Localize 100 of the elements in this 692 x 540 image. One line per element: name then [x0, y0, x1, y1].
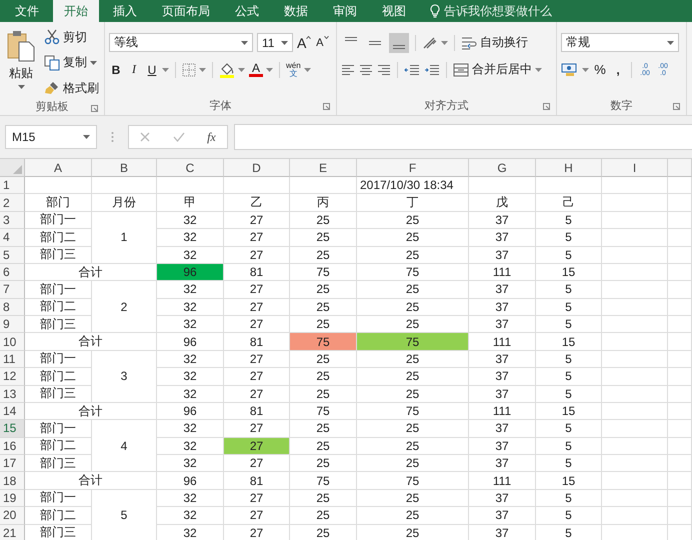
caret-icon[interactable] — [304, 68, 311, 72]
caret-icon[interactable] — [582, 68, 589, 72]
comma-button[interactable]: , — [611, 60, 625, 78]
row-header[interactable]: 13 — [0, 386, 25, 403]
decrease-indent-icon[interactable] — [404, 64, 420, 76]
row-header[interactable]: 2 — [0, 194, 25, 212]
row-header[interactable]: 6 — [0, 264, 25, 282]
column-header[interactable] — [668, 159, 692, 177]
wrap-text-button[interactable]: 自动换行 — [461, 34, 528, 52]
row-header[interactable]: 14 — [0, 402, 25, 420]
dialog-launcher-icon[interactable] — [323, 103, 330, 110]
row-header[interactable]: 15 — [0, 420, 25, 438]
tell-me-search[interactable]: 告诉我你想要做什么 — [444, 2, 552, 20]
row-header[interactable]: 8 — [0, 298, 25, 316]
row-header[interactable]: 5 — [0, 246, 25, 264]
row-header[interactable]: 17 — [0, 455, 25, 472]
formula-input[interactable] — [234, 124, 692, 150]
table-cell: 25 — [290, 507, 357, 524]
row-header[interactable]: 21 — [0, 524, 25, 540]
insert-function-button[interactable]: fx — [207, 130, 216, 144]
column-header[interactable]: C — [157, 159, 224, 177]
font-size-dropdown[interactable]: 11 — [257, 33, 293, 52]
column-header[interactable]: I — [602, 159, 668, 177]
row-header[interactable]: 9 — [0, 316, 25, 334]
vertical-align-button[interactable] — [389, 32, 409, 52]
cancel-icon[interactable] — [140, 132, 150, 142]
ribbon-tab[interactable]: 数据 — [273, 0, 319, 22]
row-header[interactable]: 20 — [0, 507, 25, 524]
drag-handle-icon[interactable] — [111, 131, 114, 143]
currency-icon[interactable] — [561, 62, 579, 76]
row-header[interactable]: 1 — [0, 177, 25, 194]
row-header[interactable]: 12 — [0, 368, 25, 386]
dialog-launcher-icon[interactable] — [91, 105, 98, 112]
row-header[interactable]: 16 — [0, 438, 25, 455]
column-header[interactable]: A — [25, 159, 92, 177]
row-header[interactable]: 19 — [0, 490, 25, 508]
ribbon-tab[interactable]: 页面布局 — [151, 0, 221, 22]
caret-icon[interactable] — [162, 68, 169, 72]
row-header[interactable]: 11 — [0, 350, 25, 368]
borders-icon[interactable] — [182, 62, 196, 76]
caret-icon[interactable] — [199, 68, 206, 72]
number-format-dropdown[interactable]: 常规 — [561, 33, 679, 52]
increase-font-button[interactable]: A — [297, 34, 312, 52]
row-header[interactable]: 10 — [0, 333, 25, 351]
align-right-icon[interactable] — [377, 64, 391, 76]
caret-icon[interactable] — [441, 40, 448, 44]
align-center-icon[interactable] — [359, 64, 373, 76]
row-header[interactable]: 18 — [0, 472, 25, 490]
decrease-font-button[interactable]: A — [315, 34, 330, 52]
table-cell: 75 — [290, 472, 357, 490]
column-header[interactable]: E — [290, 159, 357, 177]
ribbon-tab[interactable]: 视图 — [371, 0, 417, 22]
table-cell: 32 — [157, 368, 224, 386]
copy-button[interactable]: 复制 — [44, 54, 87, 72]
dialog-launcher-icon[interactable] — [543, 103, 550, 110]
table-cell: 部门三 — [25, 246, 92, 264]
row-header[interactable]: 7 — [0, 281, 25, 299]
table-cell: 27 — [224, 455, 290, 472]
underline-button[interactable]: U — [145, 60, 159, 78]
phonetic-guide-button[interactable]: wén 文 — [286, 60, 301, 78]
bold-button[interactable]: B — [109, 60, 123, 78]
align-left-icon[interactable] — [341, 64, 355, 76]
column-header[interactable]: F — [357, 159, 469, 177]
name-box[interactable]: M15 — [5, 125, 97, 149]
check-icon[interactable] — [172, 132, 185, 142]
caret-icon[interactable] — [238, 68, 245, 72]
caret-icon[interactable] — [535, 68, 542, 72]
caret-icon[interactable] — [266, 68, 273, 72]
dialog-launcher-icon[interactable] — [673, 103, 680, 110]
table-cell: 37 — [469, 281, 536, 299]
format-painter-button[interactable]: 格式刷 — [44, 79, 99, 97]
cut-button[interactable]: 剪切 — [44, 28, 99, 46]
fill-color-icon[interactable] — [219, 62, 235, 78]
paste-button[interactable]: 粘贴 — [4, 26, 38, 97]
column-header[interactable]: B — [92, 159, 157, 177]
ribbon-tab[interactable]: 文件 — [4, 0, 50, 22]
column-header[interactable]: G — [469, 159, 536, 177]
merge-center-button[interactable]: 合并后居中 — [453, 60, 532, 78]
table-cell: 25 — [357, 524, 469, 540]
table-cell: 合计 — [25, 472, 157, 490]
row-header[interactable]: 3 — [0, 212, 25, 230]
percent-button[interactable]: % — [593, 60, 607, 78]
ribbon-tab[interactable]: 公式 — [224, 0, 270, 22]
italic-button[interactable]: I — [127, 60, 141, 78]
table-cell: 75 — [357, 402, 469, 420]
table-cell: 25 — [290, 229, 357, 246]
font-color-button[interactable]: A — [249, 62, 263, 77]
table-cell: 部门 — [25, 194, 92, 212]
ribbon-tab[interactable]: 插入 — [102, 0, 148, 22]
increase-indent-icon[interactable] — [424, 64, 440, 76]
ribbon-tab[interactable]: 开始 — [53, 0, 99, 22]
caret-icon[interactable] — [90, 60, 97, 64]
text-orientation-icon[interactable] — [422, 36, 438, 50]
row-header[interactable]: 4 — [0, 229, 25, 246]
table-cell: 合计 — [25, 264, 157, 282]
font-name-dropdown[interactable]: 等线 — [109, 33, 253, 52]
table-cell: 27 — [224, 507, 290, 524]
column-header[interactable]: D — [224, 159, 290, 177]
column-header[interactable]: H — [536, 159, 602, 177]
ribbon-tab[interactable]: 审阅 — [322, 0, 368, 22]
